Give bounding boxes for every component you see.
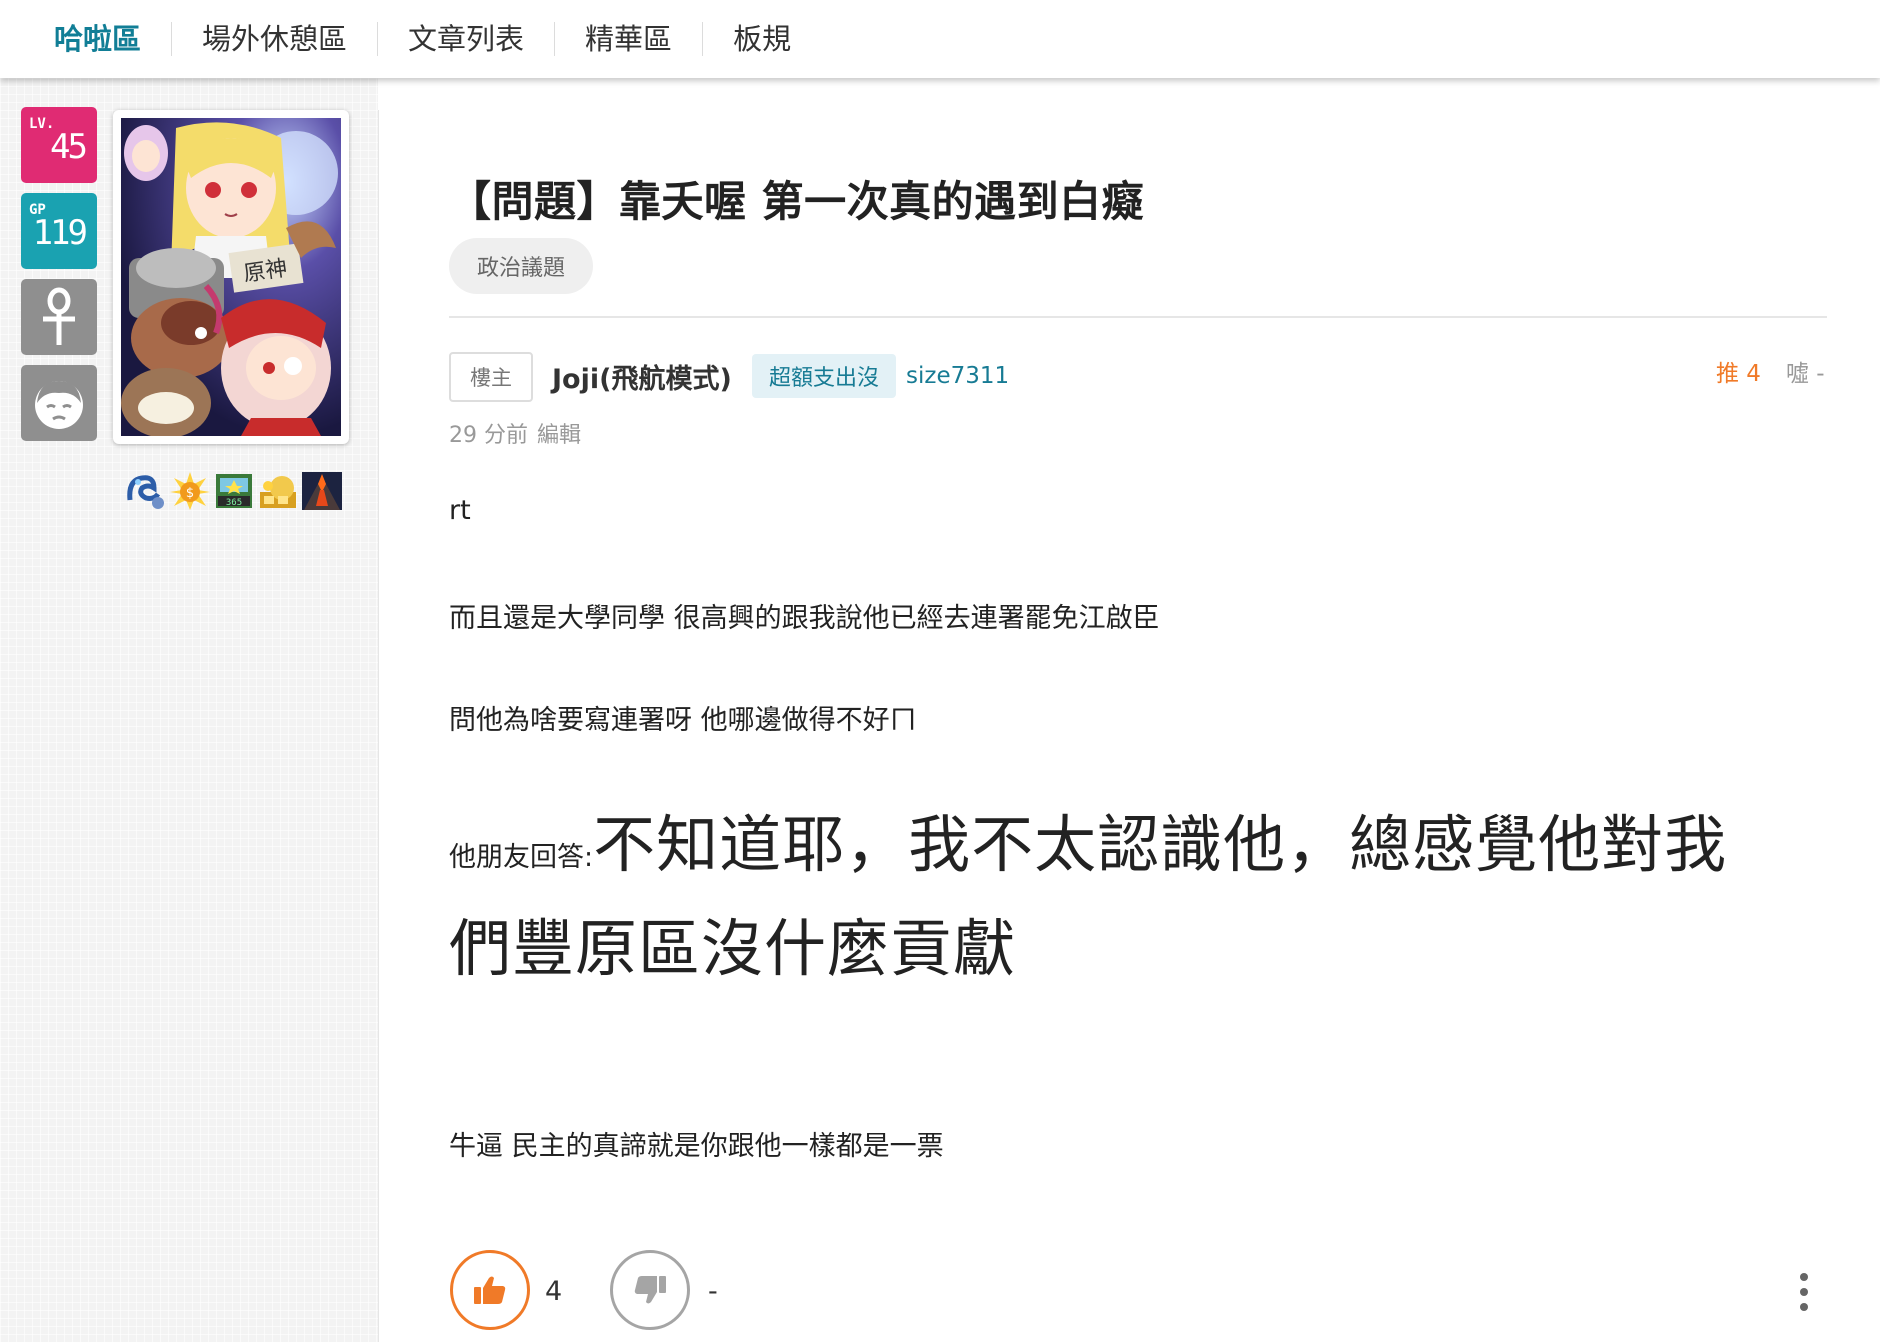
medal-row: $ 365 bbox=[124, 470, 344, 512]
gp-value: 119 bbox=[32, 213, 88, 253]
thumbs-down-icon bbox=[634, 1276, 666, 1304]
edit-label: 編輯 bbox=[537, 423, 582, 448]
nav-item-hala[interactable]: 哈啦區 bbox=[54, 22, 171, 56]
level-value: 45 bbox=[50, 127, 88, 167]
nav-item-rules[interactable]: 板規 bbox=[703, 22, 821, 56]
avatar-image: 原神 bbox=[121, 118, 341, 436]
top-navbar: 哈啦區 場外休憩區 文章列表 精華區 板規 bbox=[0, 0, 1880, 78]
post-paragraph: 而且還是大學同學 很高興的跟我說他已經去連署罷免江啟臣 bbox=[449, 603, 1160, 634]
svg-text:$: $ bbox=[186, 486, 194, 501]
level-badge[interactable]: LV. 45 bbox=[21, 107, 97, 183]
quote-prefix: 他朋友回答: bbox=[449, 842, 594, 873]
author-title-badge[interactable]: 超額支出沒 bbox=[752, 354, 896, 398]
face-icon[interactable] bbox=[21, 365, 97, 441]
gold-bag-medal-icon[interactable] bbox=[256, 470, 300, 512]
post-paragraph: rt bbox=[449, 495, 471, 526]
post-paragraph: 問他為啥要寫連署呀 他哪邊做得不好ㄇ bbox=[449, 705, 917, 736]
boo-count: 噓 - bbox=[1786, 361, 1825, 387]
quote-large-text: 們豐原區沒什麼貢獻 bbox=[449, 912, 1017, 985]
push-count: 推 4 bbox=[1716, 361, 1761, 387]
thumbs-up-icon bbox=[474, 1276, 506, 1304]
title-divider bbox=[449, 316, 1827, 318]
floor-label: 樓主 bbox=[449, 352, 533, 402]
quote-large-text: 不知道耶，我不太認識他，總感覺他對我 bbox=[593, 808, 1728, 881]
emphasized-quote: 他朋友回答: 不知道耶，我不太認識他，總感覺他對我 們豐原區沒什麼貢獻 bbox=[449, 794, 1829, 988]
nav-item-article-list[interactable]: 文章列表 bbox=[378, 22, 554, 56]
more-options-icon[interactable] bbox=[1794, 1270, 1814, 1314]
post-meta: 29 分前 編輯 bbox=[449, 417, 590, 449]
svg-text:365: 365 bbox=[226, 498, 242, 508]
nav-item-featured[interactable]: 精華區 bbox=[555, 22, 702, 56]
calendar-365-medal-icon[interactable]: 365 bbox=[212, 470, 256, 512]
user-avatar[interactable]: 原神 bbox=[113, 110, 349, 444]
dragon-medal-icon[interactable] bbox=[124, 470, 168, 512]
ankh-icon[interactable] bbox=[21, 279, 97, 355]
post-title: 【問題】靠夭喔 第一次真的遇到白癡 bbox=[449, 177, 1145, 226]
volcano-medal-icon[interactable] bbox=[300, 470, 344, 512]
topic-tag[interactable]: 政治議題 bbox=[449, 238, 593, 294]
dislike-button[interactable] bbox=[610, 1250, 690, 1330]
coin-medal-icon[interactable]: $ bbox=[168, 470, 212, 512]
dislike-count: - bbox=[708, 1276, 718, 1307]
like-button[interactable] bbox=[450, 1250, 530, 1330]
like-count: 4 bbox=[545, 1276, 563, 1307]
post-time[interactable]: 29 分前 bbox=[449, 423, 528, 448]
author-id-link[interactable]: size7311 bbox=[906, 363, 1009, 389]
post-paragraph: 牛逼 民主的真諦就是你跟他一樣都是一票 bbox=[449, 1131, 944, 1162]
nav-item-offtopic[interactable]: 場外休憩區 bbox=[172, 22, 377, 56]
gp-badge[interactable]: GP 119 bbox=[21, 193, 97, 269]
post-container: 【問題】靠夭喔 第一次真的遇到白癡 政治議題 樓主 Joji(飛航模式) 超額支… bbox=[378, 110, 1880, 1342]
author-name[interactable]: Joji(飛航模式) bbox=[552, 357, 732, 396]
